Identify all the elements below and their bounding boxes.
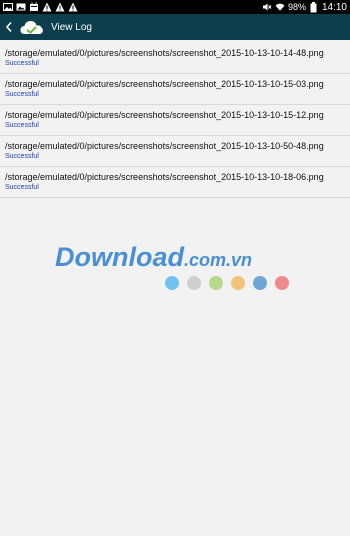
log-entry[interactable]: /storage/emulated/0/pictures/screenshots… bbox=[0, 167, 350, 198]
log-entry-status: Successful bbox=[5, 122, 39, 129]
log-list: /storage/emulated/0/pictures/screenshots… bbox=[0, 43, 350, 198]
cloud-logo-icon bbox=[19, 17, 45, 37]
mute-icon bbox=[262, 2, 272, 12]
system-indicators: 98% 14:10 bbox=[262, 1, 347, 13]
watermark: Download.com.vn bbox=[55, 242, 315, 302]
log-entry-path: /storage/emulated/0/pictures/screenshots… bbox=[5, 79, 324, 89]
watermark-dot bbox=[187, 276, 201, 290]
image-icon bbox=[16, 2, 26, 12]
log-entry-status: Successful bbox=[5, 153, 39, 160]
watermark-dot bbox=[231, 276, 245, 290]
calendar-icon bbox=[29, 2, 39, 12]
watermark-dot bbox=[275, 276, 289, 290]
watermark-text: Download bbox=[55, 242, 184, 272]
watermark-dots bbox=[165, 276, 289, 290]
warning-icon bbox=[42, 2, 52, 12]
log-entry-path: /storage/emulated/0/pictures/screenshots… bbox=[5, 172, 324, 182]
watermark-dot bbox=[209, 276, 223, 290]
watermark-suffix: .com.vn bbox=[184, 250, 253, 270]
log-entry[interactable]: /storage/emulated/0/pictures/screenshots… bbox=[0, 74, 350, 105]
warning-icon bbox=[55, 2, 65, 12]
gallery-icon bbox=[3, 2, 13, 12]
log-entry[interactable]: /storage/emulated/0/pictures/screenshots… bbox=[0, 136, 350, 167]
log-entry-path: /storage/emulated/0/pictures/screenshots… bbox=[5, 141, 324, 151]
back-button[interactable] bbox=[3, 17, 15, 37]
log-entry-status: Successful bbox=[5, 60, 39, 67]
battery-icon bbox=[309, 1, 319, 12]
log-entry-status: Successful bbox=[5, 184, 39, 191]
log-entry[interactable]: /storage/emulated/0/pictures/screenshots… bbox=[0, 43, 350, 74]
watermark-dot bbox=[165, 276, 179, 290]
chevron-left-icon bbox=[5, 21, 12, 33]
notification-icons bbox=[3, 2, 78, 12]
log-entry-path: /storage/emulated/0/pictures/screenshots… bbox=[5, 110, 324, 120]
wifi-icon bbox=[275, 2, 285, 12]
app-bar: View Log bbox=[0, 14, 350, 40]
watermark-dot bbox=[253, 276, 267, 290]
clock: 14:10 bbox=[321, 1, 347, 13]
battery-percent: 98% bbox=[287, 2, 306, 12]
warning-icon bbox=[68, 2, 78, 12]
log-entry[interactable]: /storage/emulated/0/pictures/screenshots… bbox=[0, 105, 350, 136]
log-entry-path: /storage/emulated/0/pictures/screenshots… bbox=[5, 48, 324, 58]
page-title: View Log bbox=[51, 21, 92, 33]
status-bar: 98% 14:10 bbox=[0, 0, 350, 14]
log-entry-status: Successful bbox=[5, 91, 39, 98]
